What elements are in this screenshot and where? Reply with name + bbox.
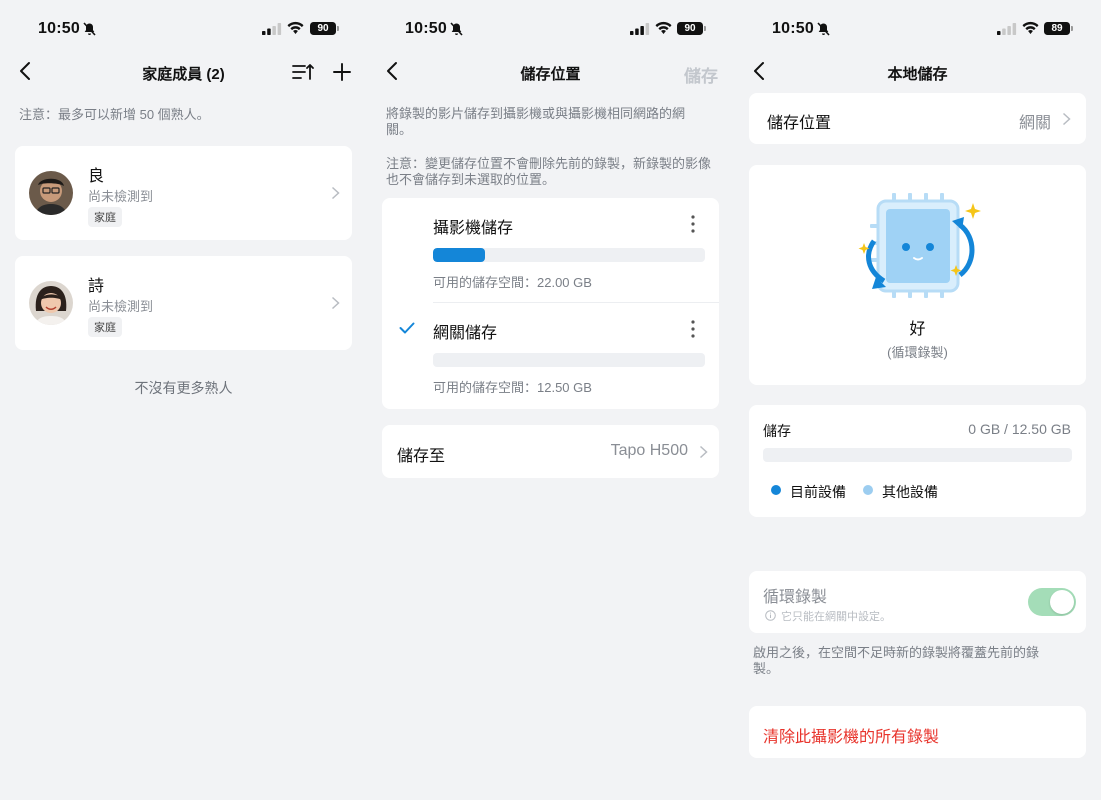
avatar <box>29 171 73 215</box>
cellular-signal-icon <box>630 23 650 35</box>
storage-location-row[interactable]: 儲存位置 網關 <box>749 93 1086 144</box>
avatar <box>29 281 73 325</box>
clear-recordings-label: 清除此攝影機的所有錄製 <box>763 729 940 746</box>
legend-other-device: 其他設備 <box>882 484 938 500</box>
battery-indicator: 90 <box>310 22 339 35</box>
member-card[interactable]: 詩 尚未檢測到 家庭 <box>15 256 352 350</box>
option-title: 攝影機儲存 <box>433 220 514 237</box>
available-space: 可用的儲存空間：12.50 GB <box>433 380 592 395</box>
storage-location-value: 網關 <box>1018 115 1051 132</box>
gateway-storage-option[interactable]: 網關儲存 可用的儲存空間：12.50 GB <box>382 303 719 409</box>
chevron-right-icon <box>331 296 340 310</box>
storage-health-card: 好 (循環錄製) <box>749 165 1086 385</box>
storage-options-card: 攝影機儲存 可用的儲存空間：22.00 GB 網關儲存 可用的儲存空間：12.5… <box>382 198 719 409</box>
storage-location-label: 儲存位置 <box>767 115 832 132</box>
member-name: 詩 <box>88 278 105 295</box>
info-icon <box>765 610 776 621</box>
member-status: 尚未檢測到 <box>88 189 154 204</box>
nav-bar: 本地儲存 <box>734 52 1101 92</box>
cellular-signal-icon <box>262 23 282 35</box>
member-status: 尚未檢測到 <box>88 299 154 314</box>
storage-location-screen: 10:50 90 儲存位置 儲存 將錄製的影片儲存到攝影機或與攝影機相同網路的網 <box>367 0 734 800</box>
limit-notice: 注意：最多可以新增 50 個熟人。 <box>19 107 210 122</box>
status-time: 10:50 <box>38 20 80 37</box>
bell-muted-icon <box>83 22 96 36</box>
more-options-icon[interactable] <box>691 215 695 233</box>
chevron-right-icon <box>331 186 340 200</box>
status-bar: 10:50 90 <box>0 0 367 58</box>
member-name: 良 <box>88 168 105 185</box>
health-status: 好 <box>909 321 926 338</box>
member-tag: 家庭 <box>88 317 122 337</box>
camera-storage-option[interactable]: 攝影機儲存 可用的儲存空間：22.00 GB <box>382 198 719 302</box>
recording-mode: (循環錄製) <box>887 345 948 360</box>
nav-bar: 儲存位置 儲存 <box>367 52 734 92</box>
more-options-icon[interactable] <box>691 320 695 338</box>
status-bar: 10:50 89 <box>734 0 1101 58</box>
storage-usage-card: 儲存 0 GB / 12.50 GB 目前設備 其他設備 <box>749 405 1086 517</box>
chevron-right-icon <box>699 445 708 459</box>
sort-icon[interactable] <box>292 63 314 81</box>
member-tag: 家庭 <box>88 207 122 227</box>
bell-muted-icon <box>450 22 463 36</box>
page-title: 儲存位置 <box>520 66 581 83</box>
clear-recordings-button[interactable]: 清除此攝影機的所有錄製 <box>749 706 1086 758</box>
no-more-members: 不沒有更多熟人 <box>134 380 233 396</box>
bell-muted-icon <box>817 22 830 36</box>
save-button[interactable]: 儲存 <box>684 62 718 87</box>
camera-storage-bar <box>433 248 705 262</box>
loop-recording-hint: 它只能在網關中設定。 <box>781 611 891 623</box>
loop-recording-label: 循環錄製 <box>763 589 828 606</box>
add-icon[interactable] <box>333 63 351 81</box>
loop-recording-description: 啟用之後，在空間不足時新的錄製將覆蓋先前的錄製。 <box>753 645 1040 676</box>
status-time: 10:50 <box>405 20 447 37</box>
available-space: 可用的儲存空間：22.00 GB <box>433 275 592 290</box>
wifi-icon <box>1022 21 1039 34</box>
save-to-label: 儲存至 <box>397 448 446 465</box>
chevron-right-icon <box>1062 112 1071 126</box>
family-members-screen: 10:50 90 家庭成員 (2) 注意：最多可以新增 50 個熟人。 良 尚未… <box>0 0 367 800</box>
page-title: 本地儲存 <box>887 66 948 83</box>
option-title: 網關儲存 <box>433 325 498 342</box>
loop-recording-toggle[interactable] <box>1028 588 1076 616</box>
storage-usage-bar <box>763 448 1072 462</box>
nav-bar: 家庭成員 (2) <box>0 52 367 92</box>
storage-warning: 注意：變更儲存位置不會刪除先前的錄製，新錄製的影像也不會儲存到未選取的位置。 <box>386 156 712 187</box>
save-to-row[interactable]: 儲存至 Tapo H500 <box>382 425 719 478</box>
checkmark-icon <box>399 322 415 334</box>
save-to-value: Tapo H500 <box>610 442 688 459</box>
battery-indicator: 89 <box>1044 22 1073 35</box>
storage-chip-icon <box>858 193 981 298</box>
storage-label: 儲存 <box>763 423 791 439</box>
storage-description: 將錄製的影片儲存到攝影機或與攝影機相同網路的網關。 <box>386 106 686 137</box>
cellular-signal-icon <box>997 23 1017 35</box>
bar-fill <box>433 248 485 262</box>
legend-current-device: 目前設備 <box>790 484 846 500</box>
legend-dot-other <box>863 485 873 495</box>
wifi-icon <box>655 21 672 34</box>
loop-recording-row: 循環錄製 它只能在網關中設定。 <box>749 571 1086 633</box>
storage-usage: 0 GB / 12.50 GB <box>968 421 1071 437</box>
status-time: 10:50 <box>772 20 814 37</box>
status-bar: 10:50 90 <box>367 0 734 58</box>
wifi-icon <box>287 21 304 34</box>
legend-dot-current <box>771 485 781 495</box>
toggle-knob <box>1050 590 1074 614</box>
battery-indicator: 90 <box>677 22 706 35</box>
local-storage-screen: 10:50 89 本地儲存 儲存位置 網關 好 (循環錄製) 儲存 0 GB /… <box>734 0 1101 800</box>
gateway-storage-bar <box>433 353 705 367</box>
member-card[interactable]: 良 尚未檢測到 家庭 <box>15 146 352 240</box>
